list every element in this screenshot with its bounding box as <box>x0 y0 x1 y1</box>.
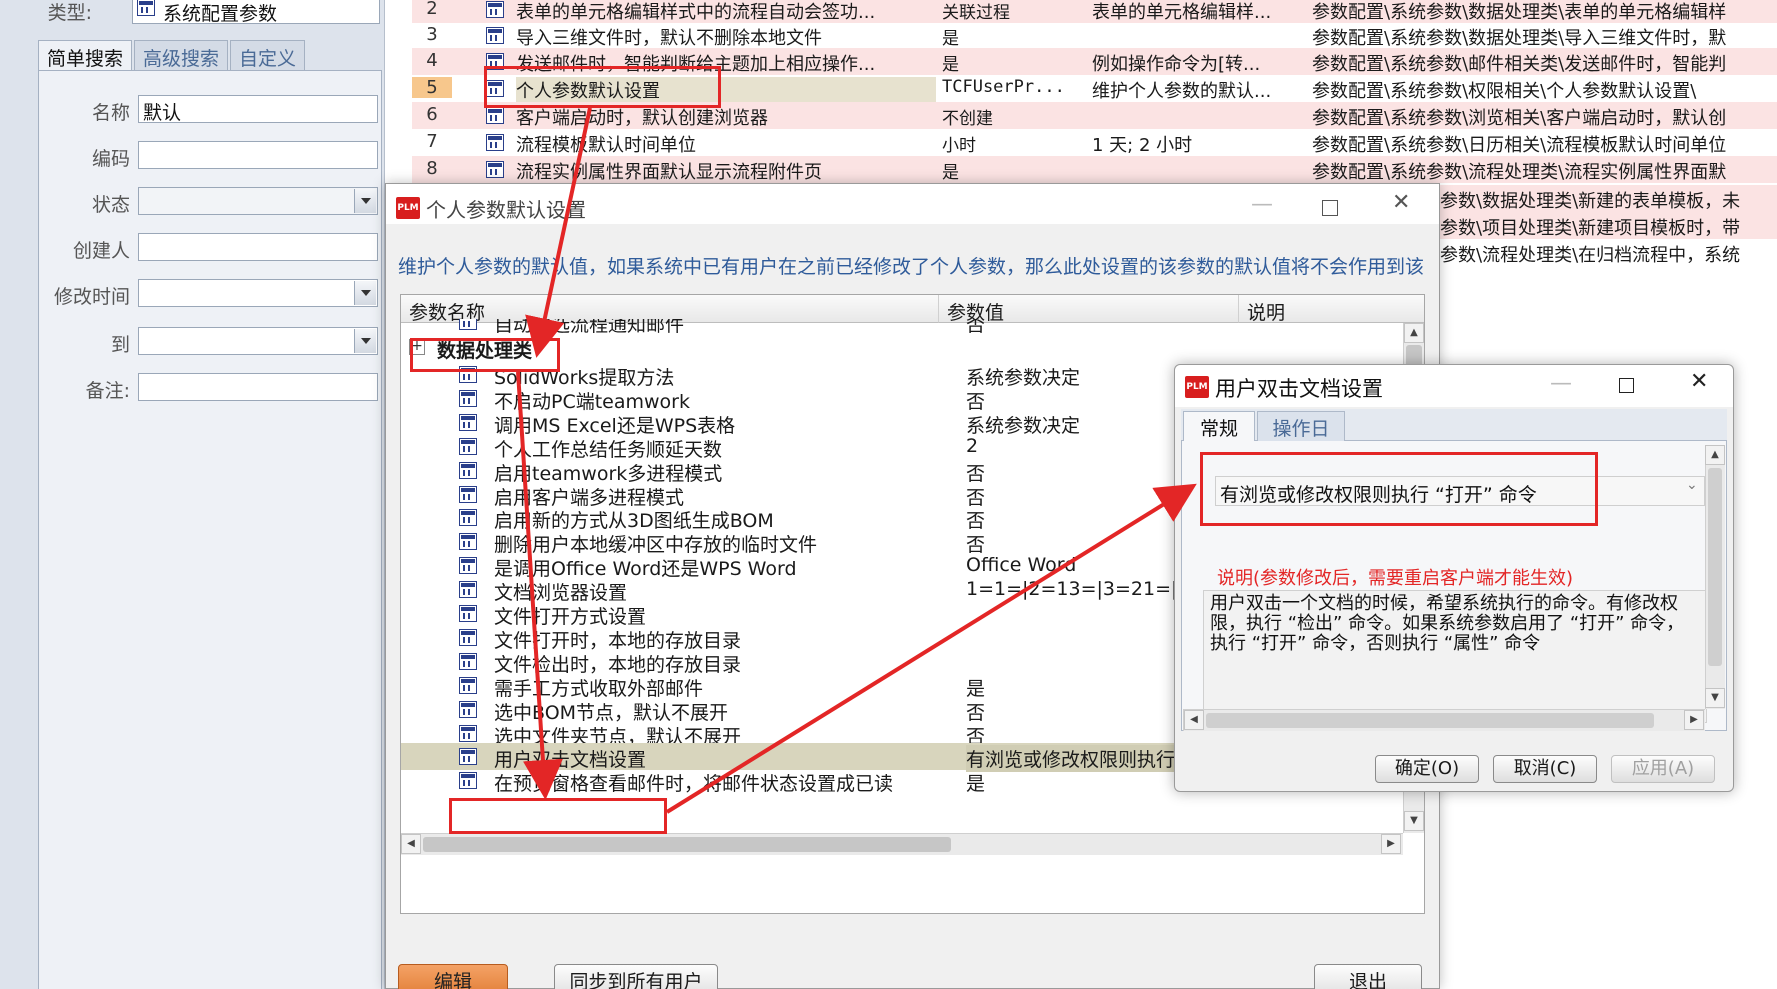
table-icon <box>459 724 477 742</box>
exit-button[interactable]: 退出 <box>1314 964 1422 989</box>
code-label: 编码 <box>91 148 130 170</box>
maximize-icon[interactable] <box>1322 200 1338 216</box>
modified-label: 修改时间 <box>53 286 130 308</box>
table-row[interactable]: 2 表单的单元格编辑样式中的流程自动会签功... 关联过程 表单的单元格编辑样..… <box>412 0 1777 23</box>
chevron-down-icon[interactable] <box>354 281 376 305</box>
table-icon <box>459 652 477 670</box>
table-row-path: 参数\数据处理类\新建的表单模板，未 <box>1440 185 1777 212</box>
annotation-box-double-click-row <box>449 798 667 834</box>
note-label: 说明(参数修改后，需要重启客户端才能生效) <box>1217 568 1574 589</box>
table-row[interactable]: 7 流程模板默认时间单位 小时 1 天; 2 小时 参数配置\系统参数\日历相关\流… <box>412 129 1777 156</box>
tab-general[interactable]: 常规 <box>1183 411 1255 441</box>
table-icon <box>459 509 477 527</box>
remark-input[interactable] <box>138 373 378 401</box>
table-icon <box>486 1 504 18</box>
name-input[interactable]: 默认 <box>138 95 378 124</box>
type-select[interactable]: 系统配置参数 <box>132 0 380 25</box>
table-icon <box>486 161 504 178</box>
scroll-down-icon[interactable]: ▼ <box>1705 688 1725 708</box>
table-icon <box>459 485 477 503</box>
horizontal-scrollbar[interactable]: ◀ ▶ <box>1183 709 1705 731</box>
table-icon <box>459 533 477 551</box>
dialog-tabs: 常规 操作日志 <box>1183 411 1345 467</box>
tab-simple-search[interactable]: 简单搜索 <box>38 40 133 70</box>
double-click-settings-dialog: PLM 用户双击文档设置 — ✕ 常规 操作日志 有浏览或修改权限则执行 “打开… <box>1174 364 1734 792</box>
table-row-path: 参数\项目处理类\新建项目模板时，带 <box>1440 212 1777 239</box>
chevron-down-icon[interactable]: ⌄ <box>1686 477 1698 493</box>
creator-input[interactable] <box>138 233 378 261</box>
apply-button[interactable]: 应用(A) <box>1611 755 1715 783</box>
scrollbar-thumb[interactable] <box>1206 713 1654 728</box>
table-icon <box>459 605 477 622</box>
modified-from-select[interactable] <box>138 279 378 307</box>
table-icon <box>459 557 477 575</box>
table-icon <box>486 134 504 151</box>
dialog-title: 用户双击文档设置 <box>1215 377 1383 401</box>
table-row[interactable]: 3 导入三维文件时，默认不删除本地文件是 参数配置\系统参数\数据处理类\导入三… <box>412 22 1777 49</box>
chevron-down-icon[interactable] <box>354 329 376 353</box>
status-label: 状态 <box>91 194 130 216</box>
sync-all-users-button[interactable]: 同步到所有用户 <box>554 964 718 989</box>
horizontal-scrollbar[interactable]: ◀ ▶ <box>401 833 1403 855</box>
table-icon <box>459 319 477 330</box>
dialog-description: 维护个人参数的默认值，如果系统中已有用户在之前已经修改了个人参数，那么此处设置的… <box>398 256 1425 278</box>
table-icon <box>459 389 477 407</box>
tab-operation-log[interactable]: 操作日志 <box>1257 411 1345 467</box>
table-row[interactable]: 8 流程实例属性界面默认显示流程附件页是 参数配置\系统参数\流程处理类\流程实… <box>412 156 1777 183</box>
table-icon <box>459 748 477 766</box>
annotation-box-dropdown <box>1200 452 1598 526</box>
table-icon <box>459 461 477 479</box>
minimize-icon[interactable]: — <box>1550 371 1572 396</box>
name-label: 名称 <box>91 102 130 124</box>
code-input[interactable] <box>138 141 378 169</box>
plm-logo-icon: PLM <box>1185 376 1209 398</box>
table-icon <box>459 628 477 646</box>
table-icon <box>459 413 477 431</box>
tab-advanced-search[interactable]: 高级搜索 <box>134 40 229 70</box>
status-select[interactable] <box>138 187 378 215</box>
close-icon[interactable]: ✕ <box>1392 190 1410 215</box>
remark-label: 备注: <box>85 380 130 402</box>
table-icon <box>137 0 155 16</box>
vertical-scrollbar[interactable]: ▲ ▼ <box>1705 445 1725 709</box>
table-icon <box>486 107 504 124</box>
creator-label: 创建人 <box>72 240 130 262</box>
scroll-right-icon[interactable]: ▶ <box>1381 834 1401 854</box>
table-icon <box>459 772 477 790</box>
scroll-up-icon[interactable]: ▲ <box>1705 445 1725 465</box>
search-panel: 类型: 系统配置参数 简单搜索 高级搜索 自定义 名称 默认 编码 状态 创建人… <box>0 0 385 989</box>
close-icon[interactable]: ✕ <box>1690 369 1708 394</box>
table-icon <box>459 581 477 599</box>
type-label: 类型: <box>47 2 92 24</box>
plm-logo-icon: PLM <box>396 197 420 219</box>
scrollbar-thumb[interactable] <box>1708 468 1722 666</box>
scroll-down-icon[interactable]: ▼ <box>1404 811 1424 831</box>
modified-to-select[interactable] <box>138 327 378 355</box>
search-tabs: 简单搜索 高级搜索 自定义 <box>38 40 306 70</box>
annotation-box-personal-params <box>484 66 721 108</box>
minimize-icon[interactable]: — <box>1251 192 1273 217</box>
note-textarea[interactable]: 用户双击一个文档的时候，希望系统执行的命令。有修改权限，执行 “检出” 命令。如… <box>1203 590 1707 723</box>
table-icon <box>459 437 477 455</box>
chevron-down-icon[interactable] <box>354 189 376 213</box>
maximize-icon[interactable] <box>1619 378 1634 393</box>
table-row[interactable]: 自动勾选流程通知邮件 否 <box>401 319 1403 333</box>
scroll-right-icon[interactable]: ▶ <box>1684 710 1704 730</box>
table-icon <box>486 27 504 44</box>
to-label: 到 <box>110 334 130 356</box>
annotation-box-data-category <box>410 338 560 372</box>
scroll-up-icon[interactable]: ▲ <box>1404 323 1424 343</box>
table-icon <box>459 700 477 718</box>
table-row-path: 参数\流程处理类\在归档流程中，系统 <box>1440 245 1741 266</box>
cell-name: 在预览窗格查看邮件时，将邮件状态设置成已读 <box>494 773 894 796</box>
scroll-left-icon[interactable]: ◀ <box>401 834 421 854</box>
tab-custom[interactable]: 自定义 <box>230 40 306 70</box>
edit-button[interactable]: 编辑 <box>398 964 508 989</box>
cancel-button[interactable]: 取消(C) <box>1493 755 1597 783</box>
scrollbar-thumb[interactable] <box>423 837 951 852</box>
dialog-title: 个人参数默认设置 <box>426 198 586 222</box>
scroll-left-icon[interactable]: ◀ <box>1184 710 1204 730</box>
table-icon <box>459 676 477 694</box>
ok-button[interactable]: 确定(O) <box>1375 755 1479 783</box>
